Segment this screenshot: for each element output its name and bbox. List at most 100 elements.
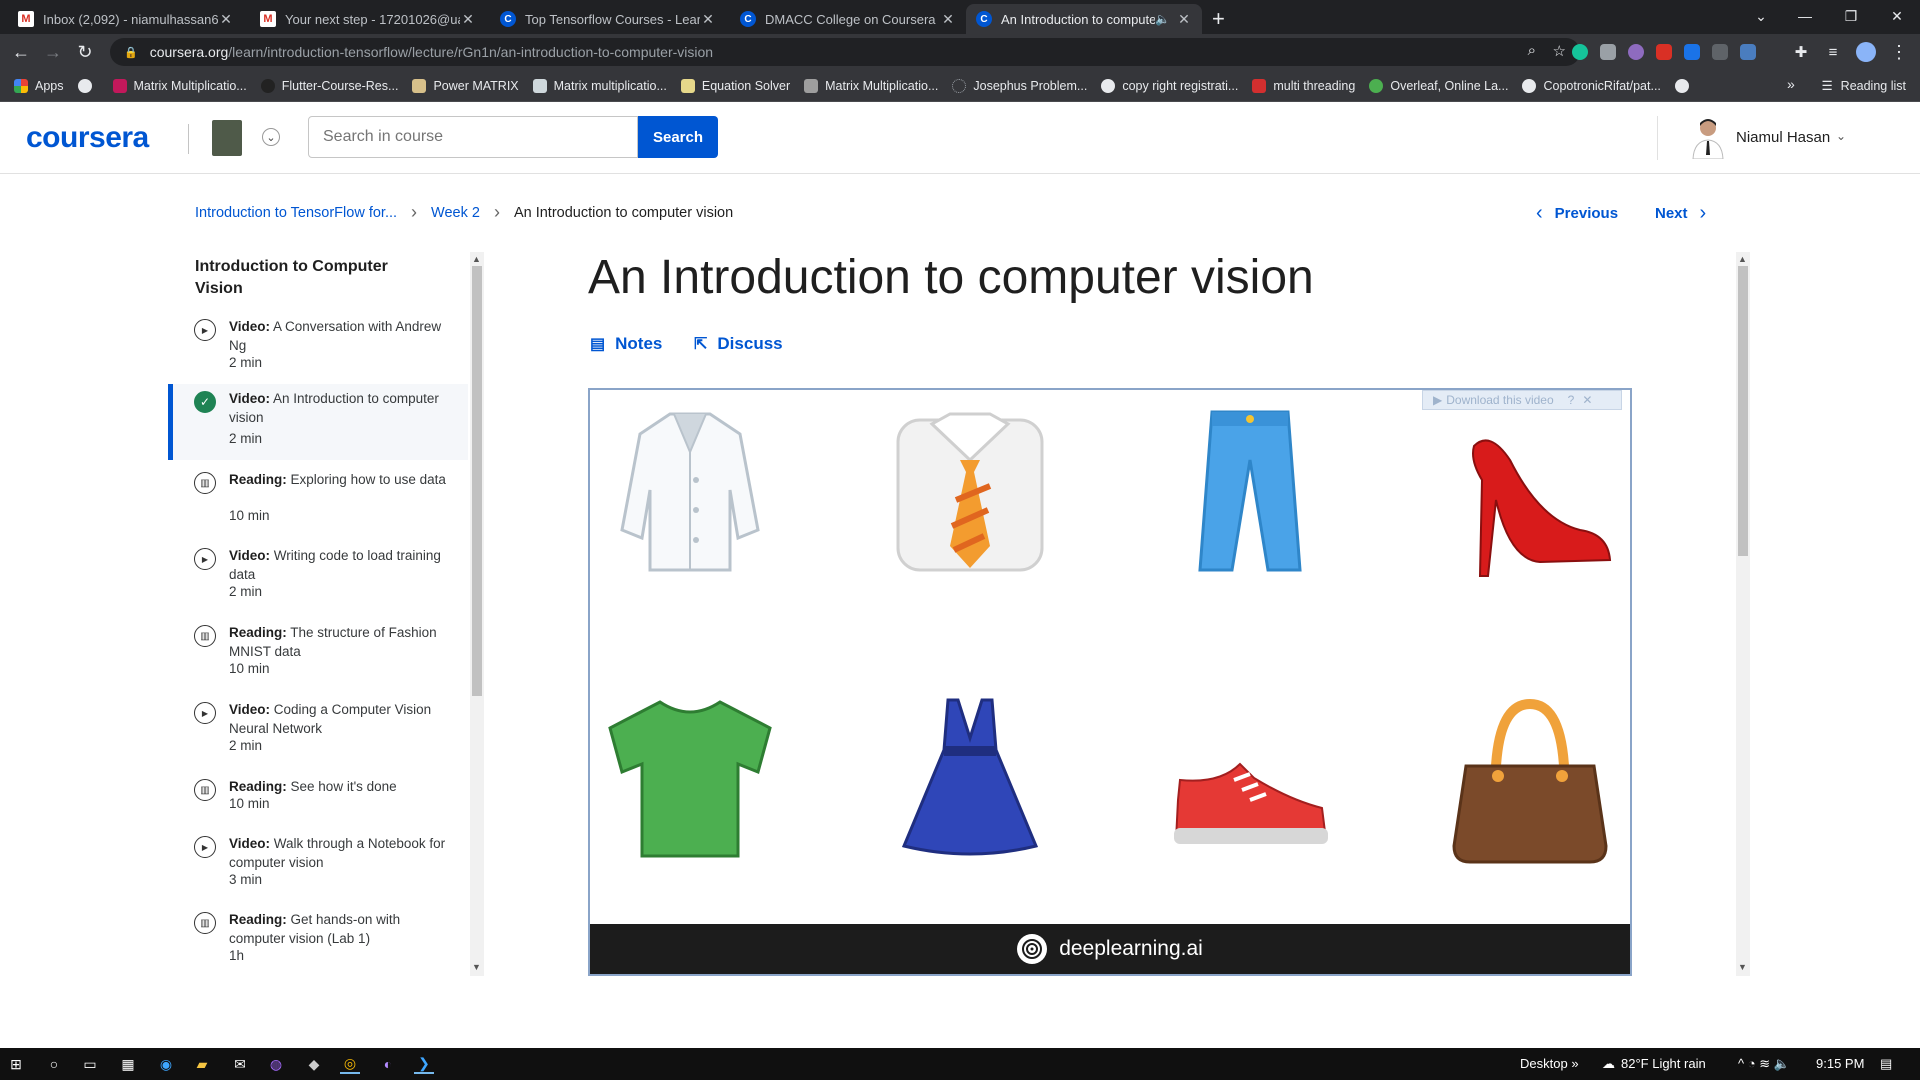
notes-button[interactable]: ▤ Notes — [590, 334, 662, 354]
close-icon[interactable]: ✕ — [1176, 11, 1192, 28]
menu-kebab-icon[interactable]: ⋮ — [1888, 41, 1910, 63]
previous-button[interactable]: ‹ Previous — [1536, 202, 1618, 225]
file-explorer-icon[interactable]: ▰ — [192, 1054, 212, 1074]
bookmark-item[interactable]: Josephus Problem... — [952, 78, 1087, 93]
sidebar-scrollbar-thumb[interactable] — [472, 266, 482, 696]
app-icon[interactable]: ◆ — [304, 1054, 324, 1074]
pen-extension-icon[interactable] — [1740, 44, 1756, 60]
address-bar[interactable]: 🔒 coursera.org/learn/introduction-tensor… — [110, 38, 1580, 66]
breadcrumb-course-link[interactable]: Introduction to TensorFlow for... — [195, 205, 397, 221]
browser-tab-active[interactable]: C An Introduction to compute 🔈 ✕ — [966, 4, 1202, 34]
bookmark-item[interactable]: Matrix Multiplicatio... — [112, 78, 247, 93]
browser-tab[interactable]: M Inbox (2,092) - niamulhassan64@ ✕ — [8, 4, 244, 34]
tab-search-icon[interactable]: ⌄ — [1738, 0, 1784, 32]
video-player[interactable]: ▶ Download this video ? ✕ deeplearning.a… — [588, 388, 1632, 976]
bookmark-item[interactable] — [1674, 78, 1696, 93]
bookmark-item[interactable]: Equation Solver — [680, 78, 790, 93]
bookmark-item[interactable]: Matrix multiplicatio... — [532, 78, 667, 93]
extension-icon[interactable] — [1712, 44, 1728, 60]
clock[interactable]: 9:15 PM — [1816, 1056, 1864, 1071]
close-icon[interactable]: ✕ — [218, 11, 234, 28]
messenger-icon[interactable]: ◍ — [266, 1054, 286, 1074]
bookmark-item[interactable]: Flutter-Course-Res... — [260, 78, 398, 93]
bookmark-item[interactable]: copy right registrati... — [1101, 78, 1238, 93]
chrome-icon[interactable]: ◎ — [340, 1054, 360, 1074]
minimize-icon[interactable]: — — [1782, 0, 1828, 32]
main-scrollbar-thumb[interactable] — [1738, 266, 1748, 556]
desktop-toolbar[interactable]: Desktop » — [1520, 1056, 1579, 1071]
sidebar-item[interactable]: ▶ Video: Walk through a Notebook for com… — [168, 829, 468, 905]
scroll-down-icon[interactable]: ▼ — [472, 962, 481, 972]
next-button[interactable]: Next › — [1655, 202, 1706, 225]
windows-start-icon[interactable]: ⊞ — [6, 1054, 26, 1074]
sidebar-item[interactable]: ▥ Reading: Exploring how to use data 10 … — [168, 465, 468, 541]
item-duration: 10 min — [229, 508, 270, 523]
download-extension-icon[interactable] — [1684, 44, 1700, 60]
sidebar-item-active[interactable]: ✓ Video: An Introduction to computer vis… — [168, 384, 468, 460]
bookmark-item[interactable] — [77, 78, 99, 93]
bookmark-star-icon[interactable]: ☆ — [1553, 42, 1566, 60]
puzzle-icon[interactable]: ✚ — [1790, 41, 1812, 63]
reload-icon[interactable]: ↻ — [74, 41, 96, 63]
page-title: An Introduction to computer vision — [588, 251, 1314, 304]
search-icon[interactable]: ○ — [44, 1054, 64, 1074]
bookmark-item[interactable]: Overleaf, Online La... — [1369, 78, 1508, 93]
browser-tab[interactable]: M Your next step - 17201026@uap- ✕ — [250, 4, 486, 34]
camera-extension-icon[interactable] — [1600, 44, 1616, 60]
close-icon[interactable]: ✕ — [940, 11, 956, 28]
bookmark-item[interactable]: multi threading — [1252, 78, 1355, 93]
extension-icon[interactable] — [1628, 44, 1644, 60]
extension-icon[interactable] — [1656, 44, 1672, 60]
search-button[interactable]: Search — [638, 116, 718, 158]
bookmark-item[interactable]: CopotronicRifat/pat... — [1522, 78, 1661, 93]
mail-icon[interactable]: ✉ — [230, 1054, 250, 1074]
restore-icon[interactable]: ❐ — [1828, 0, 1874, 32]
bookmark-label: Apps — [35, 78, 64, 93]
close-icon[interactable]: ✕ — [460, 11, 476, 28]
notification-icon[interactable]: ▤ — [1880, 1056, 1892, 1072]
sidebar-item-title: Reading: See how it's done — [229, 777, 449, 796]
browser-tab[interactable]: C Top Tensorflow Courses - Learn T ✕ — [490, 4, 726, 34]
sidebar-item[interactable]: ▶ Video: Writing code to load training d… — [168, 541, 468, 617]
scroll-down-icon[interactable]: ▼ — [1738, 962, 1747, 972]
speaker-icon[interactable]: 🔈 — [1155, 12, 1170, 26]
bookmark-item[interactable]: Matrix Multiplicatio... — [804, 78, 938, 93]
profile-avatar[interactable] — [1856, 42, 1876, 62]
back-icon[interactable]: ← — [10, 41, 32, 63]
scroll-up-icon[interactable]: ▲ — [472, 254, 481, 264]
app-icon[interactable]: ◐ — [378, 1054, 398, 1074]
new-tab-button[interactable]: + — [1212, 6, 1225, 32]
forward-icon[interactable]: → — [42, 41, 64, 63]
check-icon: ✓ — [194, 391, 216, 413]
bookmark-apps[interactable]: Apps — [14, 78, 64, 93]
chevron-down-icon[interactable]: ⌄ — [262, 128, 280, 146]
bookmarks-overflow-button[interactable]: » — [1787, 76, 1795, 92]
sidebar-item[interactable]: ▥ Reading: The structure of Fashion MNIS… — [168, 618, 468, 694]
coursera-logo[interactable]: coursera — [26, 121, 149, 155]
browser-tab[interactable]: C DMACC College on Coursera | Co ✕ — [730, 4, 966, 34]
tray-icons[interactable]: ^ ◔ ≋ 🔈 — [1738, 1056, 1790, 1072]
vscode-icon[interactable]: ❯ — [414, 1054, 434, 1074]
weather-widget[interactable]: ☁ 82°F Light rain — [1602, 1056, 1706, 1072]
zoom-icon[interactable]: ⌕ — [1528, 42, 1536, 59]
sidebar-item[interactable]: ▶ Video: Coding a Computer Vision Neural… — [168, 695, 468, 771]
task-view-icon[interactable]: ▭ — [80, 1054, 100, 1074]
user-avatar[interactable] — [1688, 115, 1728, 159]
close-icon[interactable]: ✕ — [700, 11, 716, 28]
chevron-down-icon[interactable]: ⌄ — [1836, 129, 1846, 143]
scroll-up-icon[interactable]: ▲ — [1738, 254, 1747, 264]
sidebar-item[interactable]: ▶ Video: A Conversation with Andrew Ng 2… — [168, 312, 468, 388]
discuss-button[interactable]: ⇱ Discuss — [694, 334, 783, 354]
media-icon[interactable]: ≡ — [1822, 41, 1844, 63]
edge-icon[interactable]: ◉ — [156, 1054, 176, 1074]
bookmark-item[interactable]: Power MATRIX — [412, 78, 519, 93]
grammarly-icon[interactable] — [1572, 44, 1588, 60]
sidebar-item[interactable]: ▥ Reading: Get hands-on with computer vi… — [168, 905, 468, 976]
reading-list-button[interactable]: ☰ Reading list — [1821, 78, 1906, 94]
window-close-icon[interactable]: ✕ — [1874, 0, 1920, 32]
search-input[interactable]: Search in course — [308, 116, 638, 158]
breadcrumb-week-link[interactable]: Week 2 — [431, 205, 480, 221]
course-provider-avatar[interactable] — [212, 120, 242, 156]
user-name[interactable]: Niamul Hasan — [1736, 129, 1830, 146]
calculator-icon[interactable]: ▦ — [118, 1054, 138, 1074]
